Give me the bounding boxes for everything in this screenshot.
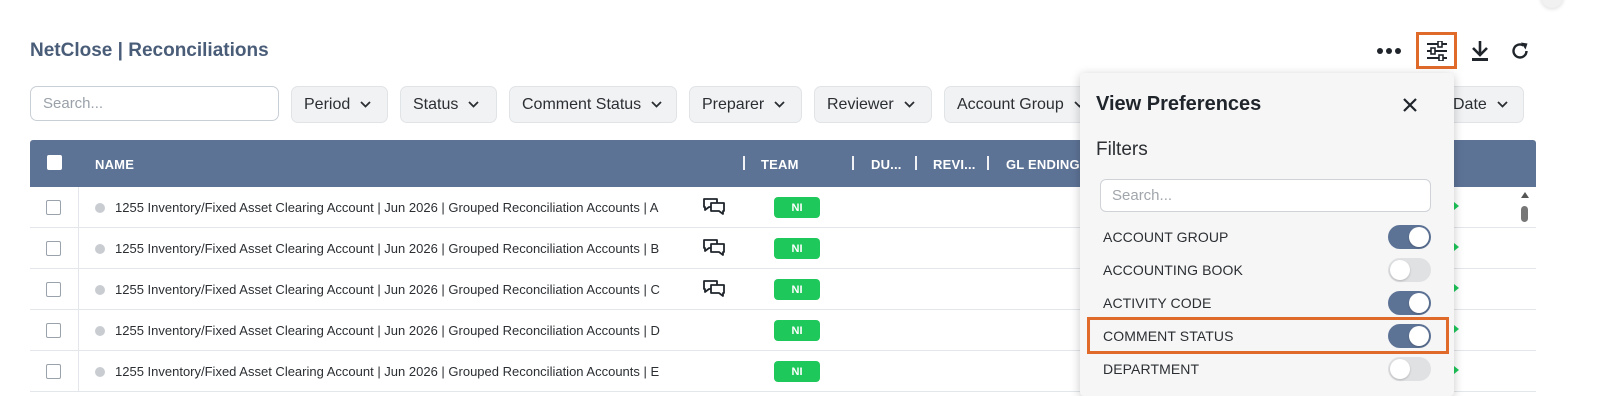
pref-label: ACTIVITY CODE	[1103, 295, 1212, 311]
toggle-switch[interactable]	[1388, 291, 1431, 315]
preferences-search-input[interactable]	[1100, 179, 1431, 212]
toggle-switch[interactable]	[1388, 357, 1431, 381]
filter-comment-status-label: Comment Status	[522, 95, 642, 113]
filter-reviewer[interactable]: Reviewer	[814, 86, 932, 123]
pref-item-accounting-book: ACCOUNTING BOOK	[1103, 256, 1433, 284]
row-checkbox-cell	[30, 269, 79, 310]
chevron-down-icon	[774, 101, 785, 108]
pref-label: ACCOUNT GROUP	[1103, 229, 1229, 245]
corner-overlay	[1541, 0, 1563, 8]
column-header-team[interactable]: TEAM	[761, 157, 799, 172]
comment-icon[interactable]	[702, 237, 726, 259]
expand-arrow-icon[interactable]	[1454, 366, 1459, 374]
column-divider[interactable]	[852, 156, 854, 170]
team-badge: NI	[774, 197, 820, 218]
refresh-icon	[1512, 42, 1528, 59]
filter-comment-status[interactable]: Comment Status	[509, 86, 677, 123]
status-dot	[95, 203, 105, 213]
filter-preparer[interactable]: Preparer	[689, 86, 802, 123]
status-dot	[95, 367, 105, 377]
column-header-due[interactable]: DU...	[871, 157, 902, 172]
pref-label: ACCOUNTING BOOK	[1103, 262, 1243, 278]
chevron-down-icon	[651, 101, 662, 108]
toggle-knob	[1390, 260, 1410, 280]
pref-item-account-group: ACCOUNT GROUP	[1103, 223, 1433, 251]
column-divider[interactable]	[915, 156, 917, 170]
status-dot	[95, 244, 105, 254]
column-header-reviewer[interactable]: REVI...	[933, 157, 976, 172]
filter-reviewer-label: Reviewer	[827, 95, 894, 113]
row-name[interactable]: 1255 Inventory/Fixed Asset Clearing Acco…	[115, 241, 659, 256]
status-dot	[95, 326, 105, 336]
chevron-down-icon	[360, 101, 371, 108]
filter-period[interactable]: Period	[291, 86, 388, 123]
toggle-switch[interactable]	[1388, 258, 1431, 282]
row-checkbox-cell	[30, 310, 79, 351]
expand-arrow-icon[interactable]	[1454, 284, 1459, 292]
table-scrollbar[interactable]	[1520, 192, 1530, 396]
filter-account-group[interactable]: Account Group	[944, 86, 1094, 123]
download-icon	[1472, 41, 1488, 61]
more-horizontal-icon	[1377, 48, 1401, 54]
filter-preparer-label: Preparer	[702, 95, 765, 113]
section-heading-filters: Filters	[1096, 139, 1148, 160]
more-options-button[interactable]	[1369, 34, 1409, 68]
row-checkbox[interactable]	[46, 241, 61, 256]
filter-period-label: Period	[304, 95, 351, 113]
expand-arrow-icon[interactable]	[1454, 243, 1459, 251]
team-badge: NI	[774, 279, 820, 300]
status-dot	[95, 285, 105, 295]
row-name[interactable]: 1255 Inventory/Fixed Asset Clearing Acco…	[115, 282, 660, 297]
refresh-button[interactable]	[1500, 34, 1540, 68]
filter-date-label: Date	[1453, 95, 1487, 113]
row-name[interactable]: 1255 Inventory/Fixed Asset Clearing Acco…	[115, 364, 659, 379]
scrollbar-thumb[interactable]	[1521, 206, 1528, 222]
row-checkbox-cell	[30, 187, 79, 228]
chevron-down-icon	[468, 101, 479, 108]
row-checkbox-cell	[30, 351, 79, 392]
select-all-checkbox[interactable]	[47, 155, 62, 170]
panel-title: View Preferences	[1096, 93, 1262, 115]
column-divider[interactable]	[743, 156, 745, 170]
close-icon[interactable]	[1398, 93, 1422, 117]
pref-label: DEPARTMENT	[1103, 361, 1200, 377]
team-badge: NI	[774, 238, 820, 259]
pref-item-activity-code: ACTIVITY CODE	[1103, 289, 1433, 317]
expand-arrow-icon[interactable]	[1454, 325, 1459, 333]
row-checkbox[interactable]	[46, 364, 61, 379]
search-input[interactable]	[30, 86, 279, 121]
filter-status-label: Status	[413, 95, 459, 113]
row-name[interactable]: 1255 Inventory/Fixed Asset Clearing Acco…	[115, 200, 658, 215]
row-name[interactable]: 1255 Inventory/Fixed Asset Clearing Acco…	[115, 323, 660, 338]
chevron-down-icon	[904, 101, 915, 108]
reconciliations-page: NetClose | Reconciliations Search... Per…	[0, 0, 1607, 396]
team-badge: NI	[774, 320, 820, 341]
column-divider[interactable]	[987, 156, 989, 170]
sliders-icon	[1426, 40, 1447, 61]
toggle-switch[interactable]	[1388, 225, 1431, 249]
toggle-knob	[1409, 227, 1429, 247]
toggle-knob	[1409, 293, 1429, 313]
team-badge: NI	[774, 361, 820, 382]
view-preferences-button[interactable]	[1416, 32, 1457, 69]
filter-account-group-label: Account Group	[957, 95, 1064, 113]
expand-arrow-icon[interactable]	[1454, 202, 1459, 210]
scroll-up-arrow-icon[interactable]	[1521, 192, 1529, 198]
comment-icon[interactable]	[702, 196, 726, 218]
row-checkbox[interactable]	[46, 323, 61, 338]
row-checkbox[interactable]	[46, 282, 61, 297]
highlight-box	[1087, 317, 1449, 354]
filter-status[interactable]: Status	[400, 86, 497, 123]
column-header-gl-ending[interactable]: GL ENDING	[1006, 157, 1080, 172]
row-checkbox[interactable]	[46, 200, 61, 215]
comment-icon[interactable]	[702, 278, 726, 300]
row-checkbox-cell	[30, 228, 79, 269]
toggle-knob	[1390, 359, 1410, 379]
page-title: NetClose | Reconciliations	[30, 40, 269, 61]
column-header-name[interactable]: NAME	[95, 157, 134, 172]
chevron-down-icon	[1497, 101, 1508, 108]
pref-item-department: DEPARTMENT	[1103, 355, 1433, 383]
download-button[interactable]	[1460, 34, 1500, 68]
